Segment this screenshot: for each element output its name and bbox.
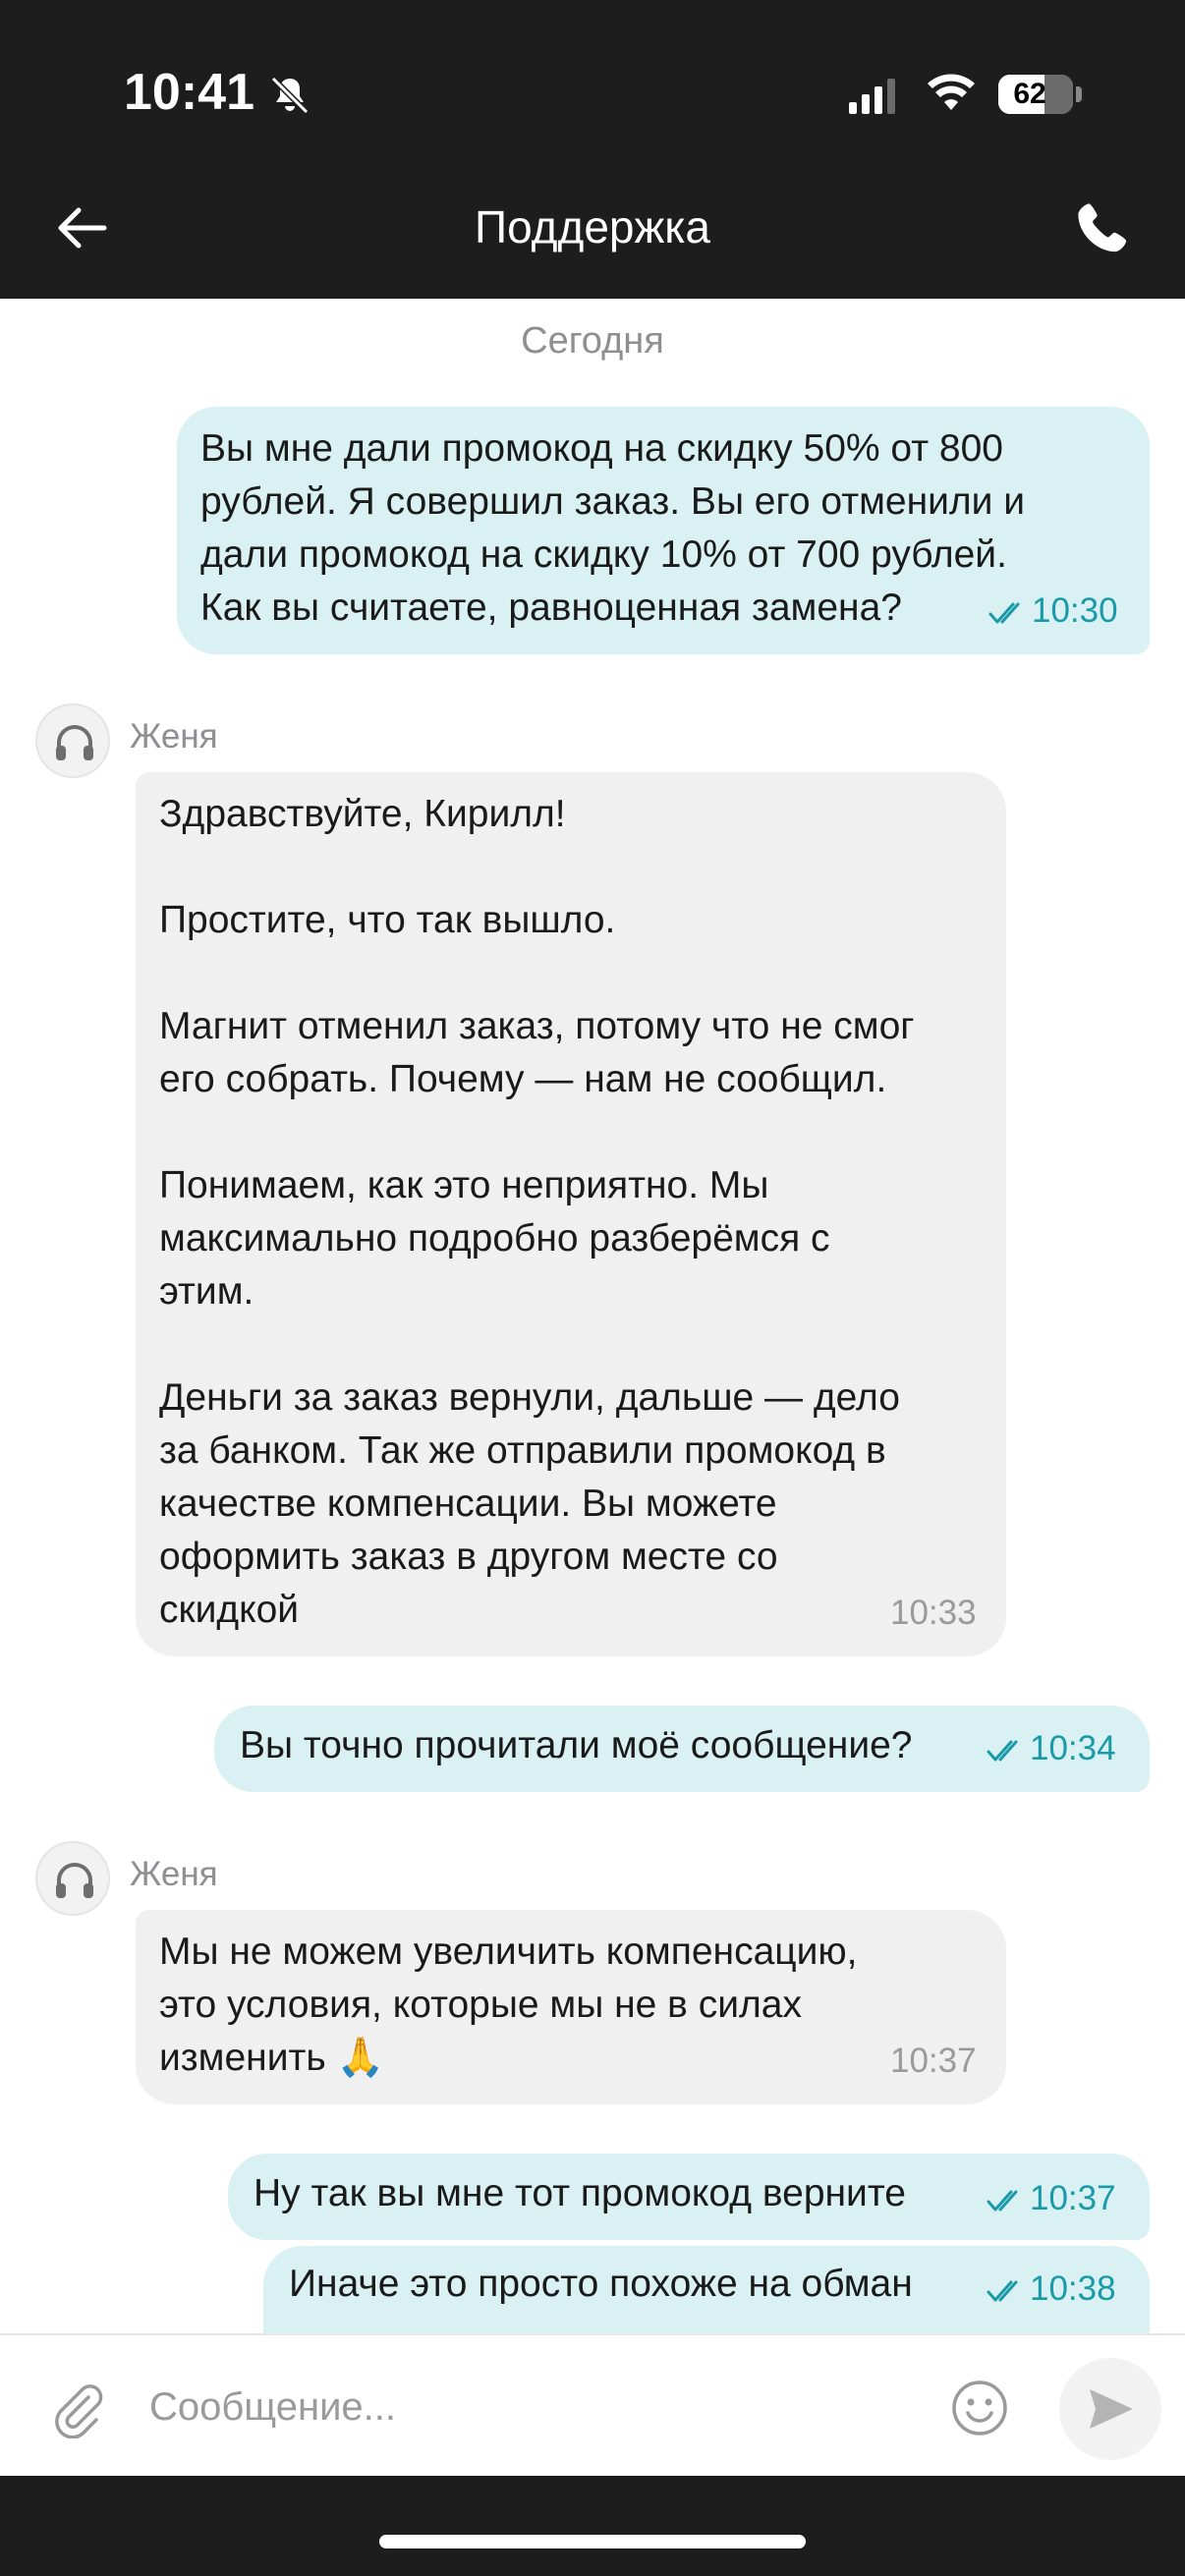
chat-title: Поддержка <box>475 201 710 252</box>
incoming-message[interactable]: Здравствуйте, Кирилл! Простите, что так … <box>136 772 1006 1656</box>
outgoing-message[interactable]: Ну так вы мне тот промокод верните 10:37 <box>228 2154 1150 2240</box>
message-text: Иначе это просто похоже на обман <box>289 2263 913 2305</box>
wifi-icon <box>928 74 975 110</box>
send-icon <box>1090 2389 1133 2429</box>
double-check-icon <box>988 602 1020 624</box>
sender-name: Женя <box>130 1855 218 1893</box>
message-text: Мы не можем увеличить компенсацию, это у… <box>159 1931 858 2079</box>
message-meta: 10:38 <box>987 2269 1116 2309</box>
incoming-message[interactable]: Мы не можем увеличить компенсацию, это у… <box>136 1910 1006 2104</box>
headset-icon <box>56 725 93 760</box>
top-bar: 10:41 62 Поддержка <box>0 0 1185 299</box>
headset-icon <box>56 1863 93 1898</box>
message-time: 10:34 <box>1030 1729 1116 1767</box>
send-button[interactable] <box>1059 2358 1161 2460</box>
outgoing-message[interactable]: Вы мне дали промокод на скидку 50% от 80… <box>177 407 1150 654</box>
message-text: Вы точно прочитали моё сообщение? <box>240 1724 913 1766</box>
status-time: 10:41 <box>124 64 254 121</box>
battery-tip <box>1076 86 1082 102</box>
bell-muted-icon <box>270 76 310 115</box>
message-text: Вы мне дали промокод на скидку 50% от 80… <box>200 427 1026 629</box>
paperclip-icon[interactable] <box>49 2380 108 2438</box>
date-separator: Сегодня <box>521 320 664 362</box>
message-text: Здравствуйте, Кирилл! Простите, что так … <box>159 793 915 1631</box>
bottom-bar <box>0 2476 1185 2576</box>
message-input[interactable] <box>149 2368 916 2446</box>
message-meta: 10:34 <box>987 1729 1116 1768</box>
smile-icon[interactable] <box>949 2378 1010 2438</box>
message-text: Ну так вы мне тот промокод верните <box>254 2172 906 2214</box>
sender-name: Женя <box>130 717 218 756</box>
outgoing-message[interactable]: Вы точно прочитали моё сообщение? 10:34 <box>214 1706 1150 1792</box>
support-avatar <box>35 703 110 778</box>
message-time: 10:38 <box>1030 2269 1116 2308</box>
message-meta: 10:37 <box>987 2179 1116 2218</box>
message-meta: 10:30 <box>988 591 1118 631</box>
outgoing-message[interactable]: Иначе это просто похоже на обман 10:38 <box>263 2246 1150 2333</box>
message-time: 10:30 <box>1032 591 1118 630</box>
home-indicator[interactable] <box>379 2535 806 2548</box>
battery-percent: 62 <box>1013 78 1046 110</box>
chat-screen: 10:41 62 Поддержка Сегодня Вы мне дали п… <box>0 0 1185 2576</box>
battery-icon: 62 <box>998 75 1073 114</box>
message-time: 10:37 <box>1030 2179 1116 2217</box>
phone-call-button[interactable] <box>1069 196 1138 265</box>
double-check-icon <box>987 2190 1018 2212</box>
double-check-icon <box>987 2280 1018 2302</box>
support-avatar <box>35 1841 110 1916</box>
message-time: 10:33 <box>890 1594 977 1632</box>
cellular-signal-icon <box>849 79 895 114</box>
message-time: 10:37 <box>890 2042 977 2080</box>
double-check-icon <box>987 1740 1018 1762</box>
